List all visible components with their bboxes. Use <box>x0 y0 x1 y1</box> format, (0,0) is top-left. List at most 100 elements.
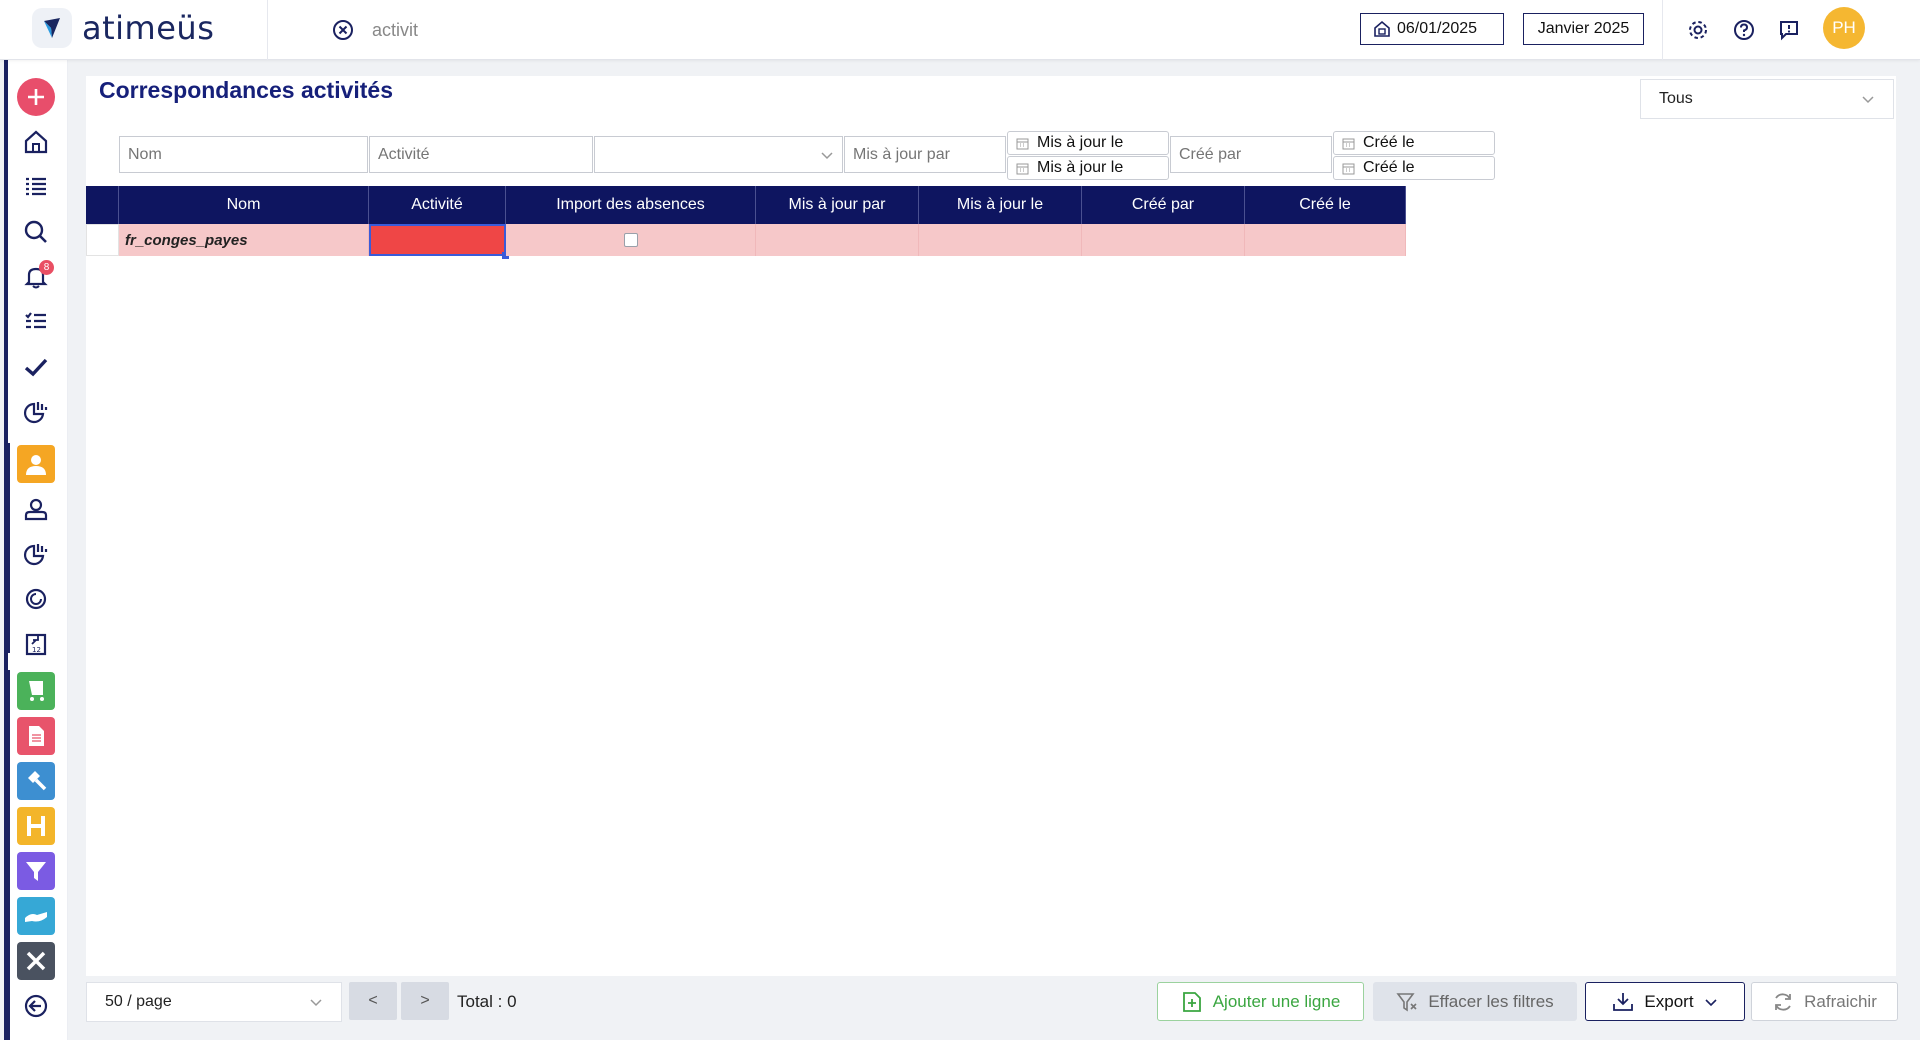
settings-gear-icon[interactable] <box>1685 17 1711 43</box>
logo-mark-icon <box>32 8 72 48</box>
sidebar-item-employee-profile[interactable] <box>17 490 55 528</box>
column-header-maj-le[interactable]: Mis à jour le <box>919 186 1082 224</box>
filter-maj-le-from-label: Mis à jour le <box>1037 134 1124 151</box>
clear-search-icon[interactable] <box>331 18 355 42</box>
sidebar-item-reports[interactable] <box>17 393 55 431</box>
filter-cree-le-to[interactable]: Créé le <box>1333 156 1495 180</box>
sidebar-add-button[interactable] <box>17 78 55 116</box>
refresh-label: Rafraichir <box>1804 991 1877 1011</box>
row-selector[interactable] <box>86 224 119 256</box>
period-picker[interactable]: Janvier 2025 <box>1523 13 1644 45</box>
main-panel: Correspondances activités Tous Mis à jou… <box>86 76 1896 976</box>
calendar-icon <box>1342 163 1355 174</box>
scope-select-value: Tous <box>1659 90 1693 107</box>
cell-cree-le[interactable] <box>1245 224 1406 256</box>
refresh-button[interactable]: Rafraichir <box>1751 982 1898 1021</box>
sidebar-item-employee[interactable] <box>17 445 55 483</box>
column-header-cree-le[interactable]: Créé le <box>1245 186 1406 224</box>
prev-page-button[interactable]: < <box>349 982 397 1020</box>
total-count: Total : 0 <box>457 992 517 1011</box>
reference-date-picker[interactable]: 06/01/2025 <box>1360 13 1504 45</box>
column-header-cree-par[interactable]: Créé par <box>1082 186 1245 224</box>
sidebar-item-notifications[interactable]: 8 <box>17 258 55 296</box>
sidebar-item-expenses[interactable] <box>17 672 55 710</box>
reference-date-value: 06/01/2025 <box>1397 20 1478 37</box>
sidebar-back-button[interactable] <box>17 987 55 1025</box>
sidebar-item-home[interactable] <box>17 123 55 161</box>
column-header-row-selector[interactable] <box>86 186 119 224</box>
filter-maj-le-to[interactable]: Mis à jour le <box>1007 156 1169 180</box>
refresh-icon <box>1775 992 1792 1011</box>
document-icon <box>29 726 44 746</box>
sidebar-item-validations[interactable] <box>17 348 55 386</box>
filter-nom-input[interactable] <box>119 136 368 173</box>
column-header-nom[interactable]: Nom <box>119 186 369 224</box>
hammer-icon <box>28 771 47 791</box>
download-icon <box>1613 992 1634 1011</box>
chart-icon <box>23 402 48 424</box>
scope-select[interactable]: Tous <box>1640 79 1894 119</box>
arrow-left-icon <box>24 994 48 1018</box>
sidebar-item-filters[interactable] <box>17 852 55 890</box>
clear-filters-label: Effacer les filtres <box>1428 991 1554 1011</box>
sidebar-item-employee-reports[interactable] <box>17 535 55 573</box>
header-divider <box>1662 0 1663 60</box>
chevron-down-icon <box>821 151 833 159</box>
header-divider <box>267 0 268 60</box>
cell-maj-le[interactable] <box>919 224 1082 256</box>
column-header-maj-par[interactable]: Mis à jour par <box>756 186 919 224</box>
column-header-activite[interactable]: Activité <box>369 186 506 224</box>
funnel-icon <box>26 862 46 881</box>
cell-cree-par[interactable] <box>1082 224 1245 256</box>
calendar-icon: 12 <box>25 633 47 656</box>
cycle-icon <box>25 588 47 610</box>
sidebar-item-tasks[interactable] <box>17 303 55 341</box>
import-absences-checkbox[interactable] <box>623 233 638 247</box>
sidebar-item-handshake[interactable] <box>17 897 55 935</box>
sidebar-item-list[interactable] <box>17 168 55 206</box>
user-outline-icon <box>24 498 48 521</box>
export-label: Export <box>1644 991 1694 1011</box>
page-size-select[interactable]: 50 / page <box>86 982 342 1022</box>
clear-filters-button[interactable]: Effacer les filtres <box>1373 982 1577 1021</box>
hand-icon <box>25 912 47 922</box>
add-document-icon <box>1182 991 1201 1012</box>
sidebar-group-modules <box>4 670 10 1040</box>
sidebar-item-tools[interactable] <box>17 762 55 800</box>
filter-maj-le-to-label: Mis à jour le <box>1037 159 1124 176</box>
user-avatar[interactable]: PH <box>1823 7 1865 49</box>
sidebar-item-calendar-import[interactable]: 12 <box>17 625 55 663</box>
grid-header: Nom Activité Import des absences Mis à j… <box>86 186 1406 224</box>
global-search-input[interactable] <box>372 14 672 46</box>
sidebar-item-settings-tools[interactable] <box>17 942 55 980</box>
sidebar-item-search[interactable] <box>17 213 55 251</box>
filter-activite-input[interactable] <box>369 136 593 173</box>
cart-icon <box>29 681 44 701</box>
column-header-import-absences[interactable]: Import des absences <box>506 186 756 224</box>
sidebar-item-documents[interactable] <box>17 717 55 755</box>
cell-activite[interactable] <box>369 224 506 256</box>
sidebar-item-cycles[interactable] <box>17 580 55 618</box>
cell-maj-par[interactable] <box>756 224 919 256</box>
export-button[interactable]: Export <box>1585 982 1745 1021</box>
help-icon[interactable] <box>1731 17 1757 43</box>
cell-nom[interactable]: fr_conges_payes <box>119 224 369 256</box>
clear-filter-icon <box>1396 992 1417 1011</box>
home-calendar-icon <box>1374 20 1390 37</box>
sidebar-item-planning[interactable] <box>17 807 55 845</box>
filter-cree-le-from[interactable]: Créé le <box>1333 131 1495 155</box>
svg-text:12: 12 <box>32 646 41 654</box>
page-title: Correspondances activités <box>99 77 394 103</box>
filter-cree-le-to-label: Créé le <box>1363 159 1415 176</box>
filter-cree-par-input[interactable] <box>1170 136 1332 173</box>
feedback-icon[interactable] <box>1776 17 1802 43</box>
calendar-icon <box>1016 138 1029 149</box>
filter-maj-par-input[interactable] <box>844 136 1006 173</box>
wrench-icon <box>26 951 46 971</box>
filter-import-select[interactable] <box>594 136 843 173</box>
filter-maj-le-from[interactable]: Mis à jour le <box>1007 131 1169 155</box>
plus-icon <box>17 78 55 116</box>
logo[interactable]: atimeüs <box>32 8 214 48</box>
add-row-button[interactable]: Ajouter une ligne <box>1157 982 1364 1021</box>
next-page-button[interactable]: > <box>401 982 449 1020</box>
